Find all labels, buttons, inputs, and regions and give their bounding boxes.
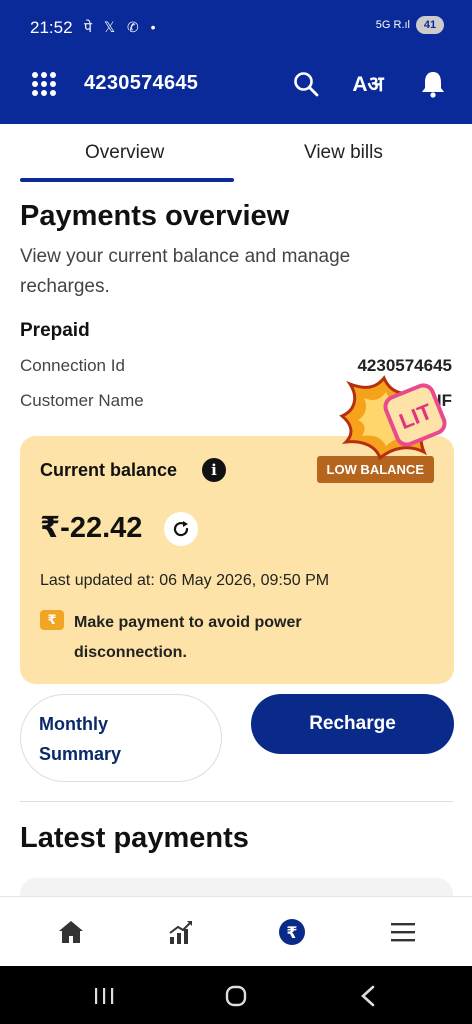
battery-icon: 41 — [416, 16, 444, 34]
page-title: Payments overview — [20, 200, 290, 232]
recent-apps-icon[interactable] — [90, 982, 118, 1010]
font-size-label: Aअ — [352, 73, 384, 96]
recharge-button[interactable]: Recharge — [251, 694, 454, 754]
section-prepaid: Prepaid — [20, 320, 90, 341]
search-icon[interactable] — [288, 66, 324, 102]
rupee-icon[interactable]: ₹ — [277, 917, 307, 947]
status-bar: 21:52 पे 𝕏 ✆ • 5G R.ıl 41 — [0, 0, 472, 44]
balance-amount: ₹-22.42 — [40, 512, 143, 544]
back-icon[interactable] — [354, 982, 382, 1010]
system-navigation-bar — [0, 966, 472, 1024]
svg-text:₹: ₹ — [286, 923, 297, 942]
rupee-warning-icon: ₹ — [40, 610, 64, 630]
info-icon[interactable]: i — [202, 458, 226, 482]
connection-id-label: Connection Id — [20, 356, 125, 375]
bottom-navigation: ₹ — [0, 896, 472, 966]
network-indicator: 5G R.ıl — [375, 19, 410, 31]
monthly-summary-button[interactable]: Monthly Summary — [20, 694, 222, 782]
account-number-title: 4230574645 — [84, 72, 199, 94]
divider — [20, 801, 453, 802]
tab-bar: Overview View bills — [0, 124, 472, 182]
tab-view-bills[interactable]: View bills — [304, 142, 383, 164]
current-balance-label: Current balance — [40, 460, 178, 480]
latest-payments-heading: Latest payments — [20, 822, 249, 854]
home-icon[interactable] — [56, 917, 86, 947]
last-updated-text: Last updated at: 06 May 2026, 09:50 PM — [40, 572, 330, 589]
app-bar: 4230574645 Aअ — [0, 44, 472, 124]
bell-icon[interactable] — [415, 66, 451, 102]
refresh-icon[interactable] — [164, 512, 198, 546]
grid-menu-icon[interactable] — [32, 72, 56, 96]
notification-icons: पे 𝕏 ✆ • — [84, 19, 160, 35]
page-description: View your current balance and manage rec… — [20, 246, 351, 297]
menu-icon[interactable] — [388, 917, 418, 947]
status-time: 21:52 — [30, 18, 73, 37]
monthly-summary-label: Monthly Summary — [39, 714, 122, 764]
chart-icon[interactable] — [166, 917, 196, 947]
active-tab-indicator — [20, 178, 234, 182]
home-button-icon[interactable] — [222, 982, 250, 1010]
payment-warning-text: Make payment to avoid power disconnectio… — [74, 614, 302, 661]
font-size-icon[interactable]: Aअ — [350, 66, 386, 102]
balance-card: Current balance i LOW BALANCE ₹-22.42 La… — [20, 436, 454, 684]
customer-name-label: Customer Name — [20, 391, 144, 410]
system-indicators: 5G R.ıl 41 — [376, 16, 444, 34]
lit-fire-sticker: LIT — [336, 372, 448, 462]
tab-overview[interactable]: Overview — [85, 142, 164, 164]
